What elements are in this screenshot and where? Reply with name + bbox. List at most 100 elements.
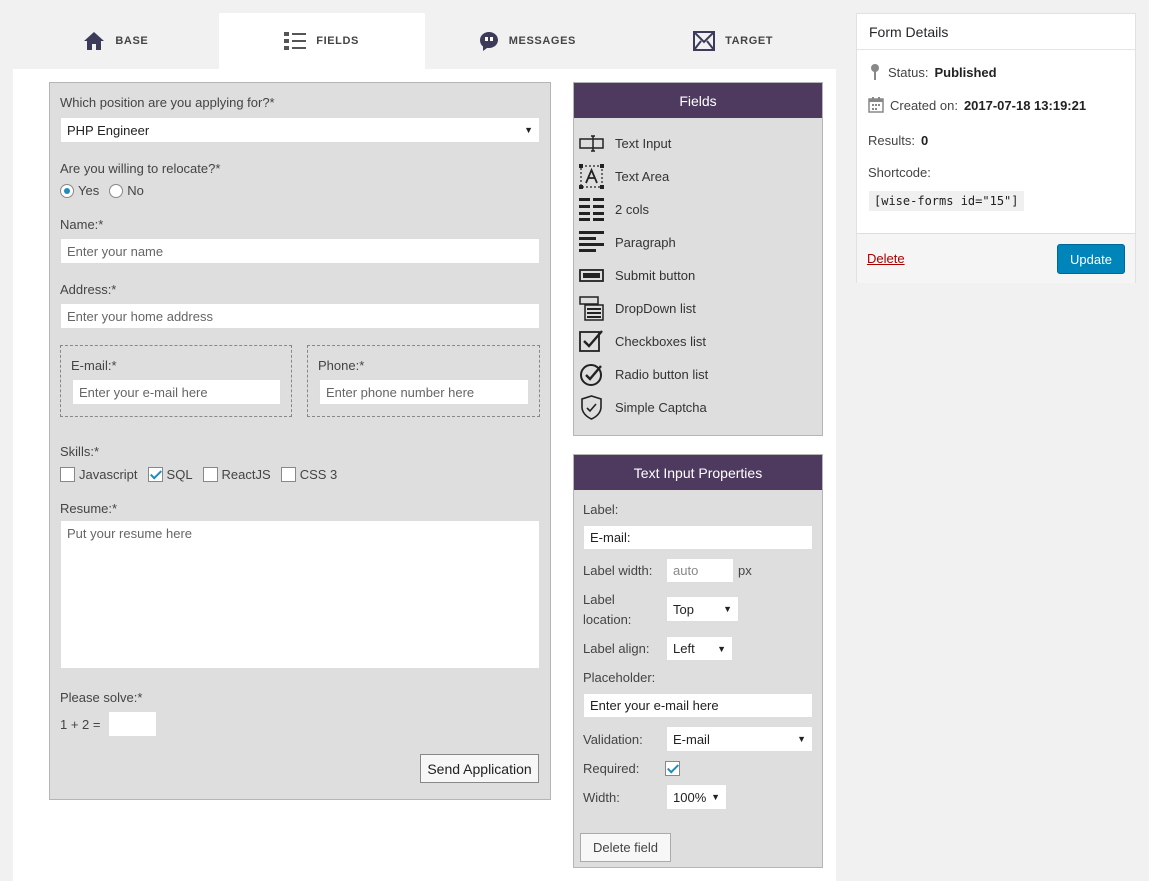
prop-validation-label: Validation:	[583, 732, 643, 747]
skills-label: Skills:*	[60, 444, 100, 459]
chevron-down-icon: ▼	[723, 604, 732, 614]
created-row: Created on: 2017-07-18 13:19:21	[868, 97, 1086, 113]
paragraph-icon	[579, 231, 604, 252]
status-value: Published	[934, 64, 997, 80]
send-application-button[interactable]: Send Application	[420, 754, 539, 783]
form-details-title: Form Details	[857, 14, 1135, 50]
results-value: 0	[920, 133, 929, 148]
properties-panel: Text Input Properties Label: E-mail: Lab…	[573, 454, 823, 868]
email-input[interactable]: Enter your e-mail here	[72, 379, 281, 405]
captcha-input[interactable]	[108, 711, 157, 737]
prop-placeholder-input[interactable]: Enter your e-mail here	[583, 693, 813, 718]
tab-messages[interactable]: MESSAGES	[425, 13, 631, 69]
status-row: Status: Published	[868, 63, 997, 81]
relocate-yes-radio[interactable]	[60, 183, 74, 198]
palette-item-radio[interactable]: Radio button list	[579, 362, 708, 387]
phone-column: Phone:* Enter phone number here	[307, 345, 540, 417]
tab-messages-label: MESSAGES	[508, 35, 576, 47]
pin-icon	[871, 64, 879, 80]
submit-button-icon	[579, 269, 604, 282]
palette-item-text-area[interactable]: Text Area	[579, 164, 669, 189]
skill-javascript-label: Javascript	[79, 467, 138, 482]
form-details-box: Form Details Status: Published Created o…	[856, 13, 1136, 283]
prop-label-align-select[interactable]: Left ▼	[666, 636, 733, 661]
phone-input[interactable]: Enter phone number here	[319, 379, 529, 405]
palette-item-captcha[interactable]: Simple Captcha	[579, 395, 707, 420]
position-label: Which position are you applying for?*	[60, 95, 275, 110]
form-preview: Which position are you applying for?* PH…	[49, 82, 551, 800]
palette-item-label: Simple Captcha	[615, 400, 707, 415]
name-label: Name:*	[60, 217, 104, 232]
envelope-icon	[693, 31, 716, 51]
prop-width-select[interactable]: 100% ▼	[666, 784, 727, 810]
palette-item-text-input[interactable]: Text Input	[579, 131, 671, 156]
tab-target[interactable]: TARGET	[630, 13, 836, 69]
address-input[interactable]: Enter your home address	[60, 303, 540, 329]
two-cols-icon	[579, 198, 604, 221]
created-value: 2017-07-18 13:19:21	[963, 97, 1087, 113]
palette-item-two-cols[interactable]: 2 cols	[579, 197, 649, 222]
chat-icon	[479, 32, 498, 51]
tab-fields[interactable]: FIELDS	[218, 13, 425, 69]
delete-form-link[interactable]: Delete	[867, 251, 905, 266]
shield-icon	[581, 395, 602, 420]
tab-bar: BASE FIELDS MESSAGES TARGET	[13, 13, 836, 69]
prop-width-value: 100%	[673, 789, 707, 805]
prop-placeholder-label: Placeholder:	[583, 670, 656, 685]
palette-item-label: Radio button list	[615, 367, 709, 382]
relocate-no-label: No	[127, 183, 144, 198]
relocate-label: Are you willing to relocate?*	[60, 161, 221, 176]
prop-label-width-unit: px	[738, 563, 752, 578]
shortcode-row: Shortcode:	[868, 165, 931, 180]
prop-label-label: Label:	[583, 502, 619, 517]
name-input[interactable]: Enter your name	[60, 238, 540, 264]
tab-base-label: BASE	[115, 35, 149, 47]
prop-validation-select[interactable]: E-mail ▼	[666, 726, 813, 752]
chevron-down-icon: ▼	[797, 734, 806, 744]
skill-reactjs-label: ReactJS	[221, 467, 271, 482]
dropdown-icon	[579, 296, 604, 321]
radio-icon	[580, 364, 602, 386]
delete-field-button[interactable]: Delete field	[580, 833, 671, 862]
prop-label-location-value: Top	[673, 601, 694, 617]
calendar-icon	[868, 97, 884, 113]
position-select-value: PHP Engineer	[67, 122, 150, 138]
captcha-label: Please solve:*	[60, 690, 143, 705]
palette-item-label: Text Area	[615, 169, 670, 184]
palette-item-submit-button[interactable]: Submit button	[579, 263, 695, 288]
checkbox-icon	[579, 330, 603, 352]
skill-reactjs-checkbox[interactable]	[202, 467, 218, 482]
fields-palette: Fields Text Input Text Area 2 cols Parag…	[573, 82, 823, 436]
captcha-question: 1 + 2 =	[60, 717, 101, 732]
prop-label-location-label-1: Label	[583, 592, 615, 607]
palette-item-checkboxes[interactable]: Checkboxes list	[579, 329, 706, 354]
prop-label-location-label-2: location:	[583, 612, 632, 627]
results-label: Results:	[868, 133, 915, 148]
prop-label-width-input[interactable]: auto	[666, 558, 734, 583]
relocate-no-radio[interactable]	[109, 183, 124, 198]
tab-base[interactable]: BASE	[13, 13, 219, 69]
form-details-footer: Delete Update	[857, 233, 1135, 283]
palette-item-paragraph[interactable]: Paragraph	[579, 230, 676, 255]
skill-css3-label: CSS 3	[299, 467, 338, 482]
resume-textarea[interactable]: Put your resume here	[60, 520, 540, 669]
created-label: Created on:	[890, 97, 958, 113]
chevron-down-icon: ▼	[524, 125, 533, 135]
shortcode-label: Shortcode:	[868, 165, 931, 180]
update-button[interactable]: Update	[1057, 244, 1125, 274]
position-select[interactable]: PHP Engineer ▼	[60, 117, 540, 143]
palette-item-label: Submit button	[615, 268, 696, 283]
skill-javascript-checkbox[interactable]	[60, 467, 75, 482]
skill-sql-checkbox[interactable]	[147, 467, 163, 482]
home-icon	[84, 32, 105, 50]
palette-item-dropdown[interactable]: DropDown list	[579, 296, 696, 321]
prop-label-input[interactable]: E-mail:	[583, 525, 813, 550]
prop-required-checkbox[interactable]	[665, 761, 680, 776]
relocate-options: Yes No	[60, 183, 144, 198]
prop-label-location-select[interactable]: Top ▼	[666, 596, 739, 622]
skill-css3-checkbox[interactable]	[280, 467, 296, 482]
relocate-yes-label: Yes	[78, 183, 100, 198]
prop-width-label: Width:	[583, 790, 620, 805]
prop-label-align-value: Left	[673, 641, 695, 656]
tab-fields-label: FIELDS	[316, 35, 359, 47]
